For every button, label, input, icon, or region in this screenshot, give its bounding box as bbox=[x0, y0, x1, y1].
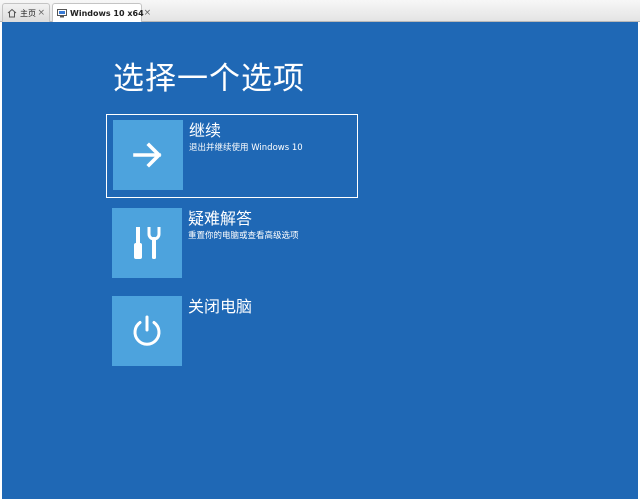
option-tile bbox=[112, 208, 182, 278]
option-title: 继续 bbox=[189, 121, 222, 140]
page-title: 选择一个选项 bbox=[113, 61, 305, 97]
tab-label: 主页 bbox=[20, 8, 36, 18]
option-shutdown[interactable]: 关闭电脑 bbox=[106, 291, 358, 375]
tools-icon bbox=[134, 227, 161, 259]
option-desc: 重置你的电脑或查看高级选项 bbox=[188, 231, 299, 241]
tab-bar: 主页 × Windows 10 x64 × bbox=[0, 0, 640, 22]
option-tile bbox=[112, 296, 182, 366]
arrow-right-icon bbox=[133, 142, 162, 168]
option-tile bbox=[113, 120, 183, 190]
close-icon[interactable]: × bbox=[37, 8, 45, 18]
option-title: 疑难解答 bbox=[188, 209, 253, 228]
option-desc: 退出并继续使用 Windows 10 bbox=[189, 143, 303, 153]
tab-home[interactable]: 主页 × bbox=[2, 3, 50, 22]
home-icon bbox=[7, 8, 17, 18]
option-title: 关闭电脑 bbox=[188, 297, 253, 316]
vm-icon bbox=[57, 8, 67, 18]
power-icon bbox=[133, 315, 161, 346]
close-icon[interactable]: × bbox=[144, 8, 152, 18]
option-troubleshoot[interactable]: 疑难解答 重置你的电脑或查看高级选项 bbox=[106, 203, 358, 287]
tab-label: Windows 10 x64 bbox=[70, 8, 144, 18]
tab-windows-10-x64[interactable]: Windows 10 x64 × bbox=[52, 3, 151, 22]
option-continue[interactable]: 继续 退出并继续使用 Windows 10 bbox=[106, 114, 358, 198]
recovery-screen: 选择一个选项 继续 退出并继续使用 Windows 10 疑难解答 重置你的电脑… bbox=[2, 22, 638, 499]
